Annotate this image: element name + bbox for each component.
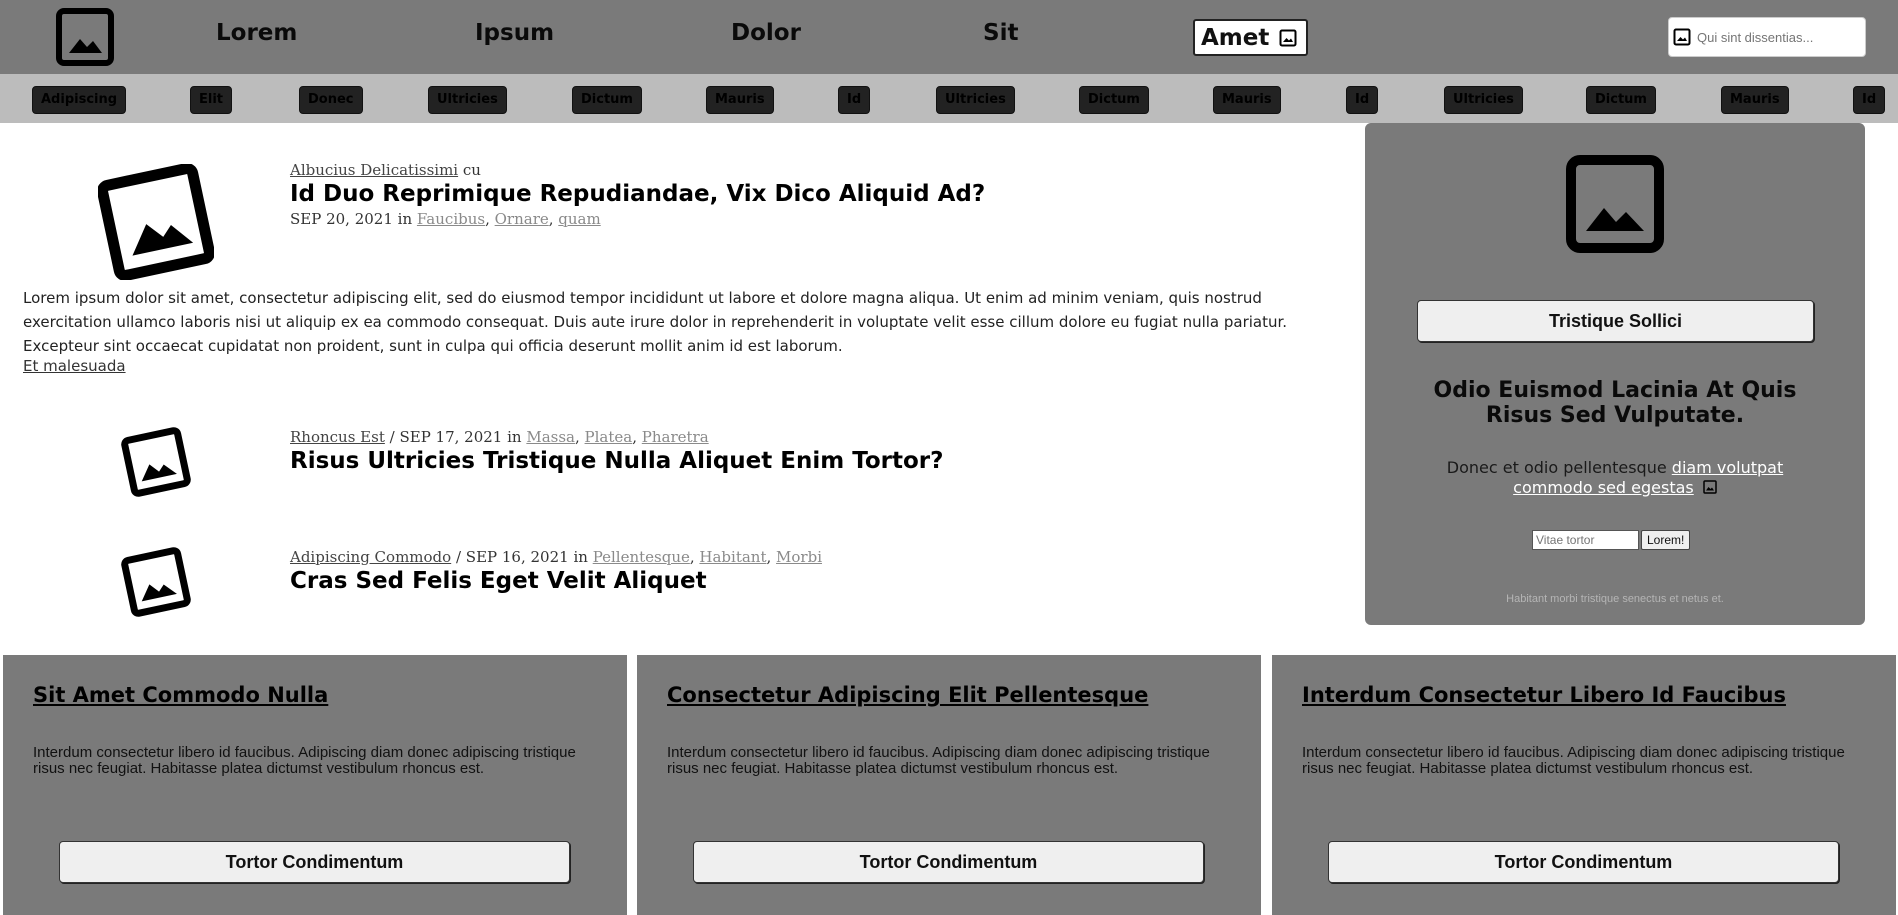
category-link[interactable]: Pellentesque (593, 548, 690, 566)
nav-item-dolor[interactable]: Dolor (731, 20, 801, 46)
sidebar-text: Donec et odio pellentesque diam volutpat… (1405, 458, 1825, 498)
card-title[interactable]: Sit Amet Commodo Nulla (33, 683, 328, 707)
post-thumbnail-image-icon[interactable] (120, 426, 192, 498)
sidebar-button[interactable]: Tristique Sollici (1417, 300, 1814, 342)
logo-image-icon[interactable] (56, 8, 114, 66)
category-link[interactable]: quam (558, 210, 600, 228)
category-link[interactable]: Morbi (776, 548, 822, 566)
category-link[interactable]: Habitant (699, 548, 766, 566)
tag-button[interactable]: Id (1346, 86, 1379, 114)
post-title[interactable]: Cras Sed Felis Eget Velit Aliquet (290, 568, 707, 594)
subscribe-button[interactable]: Lorem! (1641, 530, 1691, 550)
search-box[interactable] (1668, 17, 1866, 57)
subscribe-input[interactable] (1532, 530, 1639, 550)
tag-button[interactable]: Donec (299, 86, 363, 114)
read-more-link[interactable]: Et malesuada (23, 357, 126, 375)
post-thumbnail-image-icon[interactable] (120, 546, 192, 618)
sidebar-image-icon (1566, 155, 1664, 253)
tag-button[interactable]: Dictum (1079, 86, 1149, 114)
card-button[interactable]: Tortor Condimentum (59, 841, 570, 883)
category-link[interactable]: Ornare (495, 210, 549, 228)
category-link[interactable]: Massa (526, 428, 575, 446)
author-link[interactable]: Albucius Delicatissimi (290, 161, 458, 179)
feature-card: Interdum Consectetur Libero Id Faucibus … (1272, 655, 1896, 915)
nav-item-lorem[interactable]: Lorem (216, 20, 297, 46)
card-button[interactable]: Tortor Condimentum (693, 841, 1204, 883)
post-title[interactable]: Id Duo Reprimique Repudiandae, Vix Dico … (290, 181, 985, 207)
post-excerpt: Lorem ipsum dolor sit amet, consectetur … (23, 289, 1288, 355)
search-input[interactable] (1697, 29, 1857, 45)
card-text: Interdum consectetur libero id faucibus.… (1302, 744, 1845, 777)
feature-card: Sit Amet Commodo Nulla Interdum consecte… (3, 655, 627, 915)
tag-button[interactable]: Adipiscing (32, 86, 127, 114)
post-meta: Adipiscing Commodo / SEP 16, 2021 in Pel… (290, 548, 823, 566)
category-link[interactable]: Platea (585, 428, 633, 446)
sidebar-footer-text: Habitant morbi tristique senectus et net… (1506, 593, 1724, 605)
category-link[interactable]: Faucibus (417, 210, 485, 228)
post-date: / SEP 17, 2021 in (389, 428, 522, 446)
nav-item-ipsum[interactable]: Ipsum (475, 20, 554, 46)
post-meta: Rhoncus Est / SEP 17, 2021 in Massa, Pla… (290, 428, 709, 446)
tag-button[interactable]: Mauris (1721, 86, 1789, 114)
post-meta-date: SEP 20, 2021 in Faucibus, Ornare, quam (290, 210, 601, 228)
tag-bar: Adipiscing Elit Donec Ultricies Dictum M… (0, 74, 1898, 123)
tag-button[interactable]: Id (1853, 86, 1886, 114)
author-link[interactable]: Adipiscing Commodo (290, 548, 451, 566)
card-text: Interdum consectetur libero id faucibus.… (33, 744, 576, 777)
subscribe-form: Lorem! (1532, 530, 1691, 550)
post-date: SEP 20, 2021 (290, 210, 393, 228)
image-icon (1673, 28, 1691, 46)
tag-button[interactable]: Mauris (706, 86, 774, 114)
card-text: Interdum consectetur libero id faucibus.… (667, 744, 1210, 777)
nav-item-amet-active[interactable]: Amet (1193, 19, 1308, 56)
sidebar-widget: Tristique Sollici Odio Euismod Lacinia A… (1365, 123, 1865, 625)
card-button[interactable]: Tortor Condimentum (1328, 841, 1839, 883)
author-link[interactable]: Rhoncus Est (290, 428, 385, 446)
tag-button[interactable]: Elit (190, 86, 233, 114)
tag-button[interactable]: Ultricies (428, 86, 507, 114)
top-navigation-bar: Lorem Ipsum Dolor Sit Amet (0, 0, 1898, 74)
category-link[interactable]: Pharetra (642, 428, 709, 446)
image-icon (1703, 480, 1717, 494)
post-title[interactable]: Risus Ultricies Tristique Nulla Aliquet … (290, 448, 943, 474)
sidebar-text-prefix: Donec et odio pellentesque (1446, 458, 1667, 477)
card-title[interactable]: Consectetur Adipiscing Elit Pellentesque (667, 683, 1148, 707)
tag-button[interactable]: Dictum (572, 86, 642, 114)
feature-card: Consectetur Adipiscing Elit Pellentesque… (637, 655, 1261, 915)
tag-button[interactable]: Dictum (1586, 86, 1656, 114)
in-label: in (397, 210, 413, 228)
post-date: / SEP 16, 2021 in (455, 548, 588, 566)
tag-button[interactable]: Ultricies (936, 86, 1015, 114)
nav-item-amet-label: Amet (1201, 24, 1270, 51)
tag-button[interactable]: Id (838, 86, 871, 114)
sidebar-heading: Odio Euismod Lacinia At Quis Risus Sed V… (1433, 378, 1797, 428)
card-title[interactable]: Interdum Consectetur Libero Id Faucibus (1302, 683, 1786, 707)
author-suffix: cu (462, 161, 481, 179)
tag-button[interactable]: Ultricies (1444, 86, 1523, 114)
post-thumbnail-image-icon[interactable] (98, 164, 214, 280)
tag-button[interactable]: Mauris (1213, 86, 1281, 114)
nav-item-sit[interactable]: Sit (983, 20, 1018, 46)
image-icon (1279, 29, 1297, 46)
post-meta-author: Albucius Delicatissimi cu (290, 161, 481, 179)
